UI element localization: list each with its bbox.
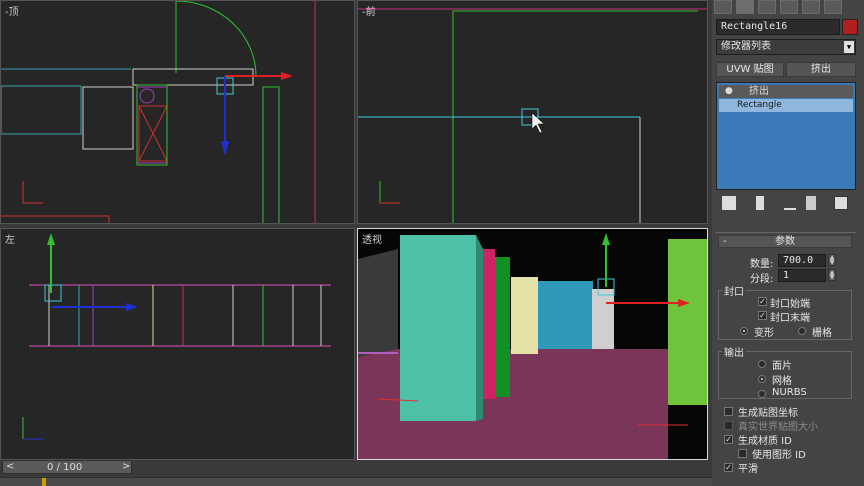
viewport-perspective[interactable]: 透视 <box>357 228 708 460</box>
segments-label: 分段: <box>750 274 774 285</box>
object-color-swatch[interactable] <box>842 19 858 35</box>
make-unique-icon[interactable] <box>784 196 796 210</box>
stack-item-label: Rectangle <box>737 100 782 110</box>
stack-item-label: 挤出 <box>749 86 769 97</box>
nurbs-label: NURBS <box>772 387 807 398</box>
viewport-label[interactable]: -顶 <box>5 3 19 18</box>
grid-label: 栅格 <box>812 328 832 339</box>
viewport-left-scene <box>22 233 331 440</box>
cap-start-checkbox[interactable]: ✓ <box>758 297 767 306</box>
patch-label: 面片 <box>772 361 792 372</box>
modifier-stack: ● 挤出 Rectangle <box>716 82 856 190</box>
motion-icon[interactable] <box>780 0 798 14</box>
light-bulb-icon[interactable]: ● <box>725 85 733 98</box>
modifier-list-label: 修改器列表 <box>721 41 771 52</box>
nurbs-radio[interactable] <box>758 390 766 398</box>
real-world-size-label: 真实世界贴图大小 <box>738 422 818 433</box>
modifier-list-dropdown[interactable]: 修改器列表 ▼ <box>716 39 856 55</box>
hierarchy-icon[interactable] <box>758 0 776 14</box>
mesh-label: 网格 <box>772 376 792 387</box>
amount-spinner[interactable]: ▲ ▼ <box>828 254 836 266</box>
smooth-label: 平滑 <box>738 464 758 475</box>
track-bar[interactable] <box>0 477 712 486</box>
segments-spinner[interactable]: ▲ ▼ <box>828 269 836 281</box>
gen-mat-ids-label: 生成材质 ID <box>738 436 792 447</box>
real-world-size-checkbox[interactable] <box>724 421 733 430</box>
display-icon[interactable] <box>802 0 820 14</box>
stack-item-extrude[interactable]: ● 挤出 <box>719 85 853 98</box>
use-shape-ids-checkbox[interactable] <box>738 449 747 458</box>
viewport-label[interactable]: 透视 <box>362 231 382 246</box>
amount-field[interactable]: 700.0 <box>778 254 826 267</box>
modify-icon[interactable] <box>736 0 754 14</box>
cap-end-checkbox[interactable]: ✓ <box>758 311 767 320</box>
configure-sets-icon[interactable] <box>834 196 848 210</box>
cap-start-label: 封口始端 <box>770 299 810 310</box>
pin-stack-icon[interactable] <box>722 196 736 210</box>
segments-field[interactable]: 1 <box>778 269 826 282</box>
cap-group-label: 封口 <box>722 283 746 298</box>
smooth-checkbox[interactable]: ✓ <box>724 463 733 472</box>
object-name-field[interactable]: Rectangle16 <box>716 19 840 35</box>
command-panel: Rectangle16 修改器列表 ▼ UVW 贴图 挤出 ● 挤出 Recta… <box>712 0 864 486</box>
chevron-down-icon: ▼ <box>844 41 854 53</box>
time-slider[interactable]: < 0 / 100 > <box>2 460 132 474</box>
timeline: < 0 / 100 > <box>0 460 712 486</box>
grid-radio[interactable] <box>798 327 806 335</box>
cap-end-label: 封口末端 <box>770 313 810 324</box>
remove-modifier-icon[interactable] <box>806 196 816 210</box>
stack-item-rectangle[interactable]: Rectangle <box>719 99 853 112</box>
time-marker[interactable] <box>42 478 46 486</box>
viewport-left[interactable]: 左 <box>0 228 355 460</box>
use-shape-ids-label: 使用图形 ID <box>752 450 806 461</box>
time-slider-prev[interactable]: < <box>6 461 14 472</box>
viewport-label[interactable]: 左 <box>5 231 15 246</box>
viewport-front-scene <box>358 8 707 223</box>
parameters-rollout-header[interactable]: - 参数 <box>718 235 852 248</box>
parameters-rollout: - 参数 数量: 700.0 ▲ ▼ 分段: 1 ▲ ▼ 封口 ✓ 封口始端 ✓ 封… <box>716 232 856 478</box>
output-group-label: 输出 <box>722 344 746 359</box>
gen-map-coords-checkbox[interactable] <box>724 407 733 416</box>
rollout-title: 参数 <box>775 236 795 247</box>
rollout-collapse-icon: - <box>723 236 727 247</box>
mesh-radio[interactable] <box>758 375 766 383</box>
extrude-button[interactable]: 挤出 <box>786 62 856 77</box>
gen-mat-ids-checkbox[interactable]: ✓ <box>724 435 733 444</box>
viewport-front[interactable]: -前 <box>357 0 708 224</box>
viewport-label[interactable]: -前 <box>362 3 376 18</box>
uvw-map-button[interactable]: UVW 贴图 <box>716 62 784 77</box>
gen-map-coords-label: 生成贴图坐标 <box>738 408 798 419</box>
viewport-top[interactable]: -顶 <box>0 0 355 224</box>
create-icon[interactable] <box>714 0 732 14</box>
viewport-top-scene <box>1 1 316 223</box>
morph-label: 变形 <box>754 328 774 339</box>
viewport-perspective-scene <box>358 229 707 459</box>
morph-radio[interactable] <box>740 327 748 335</box>
utilities-icon[interactable] <box>824 0 842 14</box>
amount-label: 数量: <box>750 259 774 270</box>
time-slider-next[interactable]: > <box>122 461 130 472</box>
show-end-result-icon[interactable] <box>756 196 764 210</box>
patch-radio[interactable] <box>758 360 766 368</box>
time-slider-frame: 0 / 100 <box>47 462 83 473</box>
